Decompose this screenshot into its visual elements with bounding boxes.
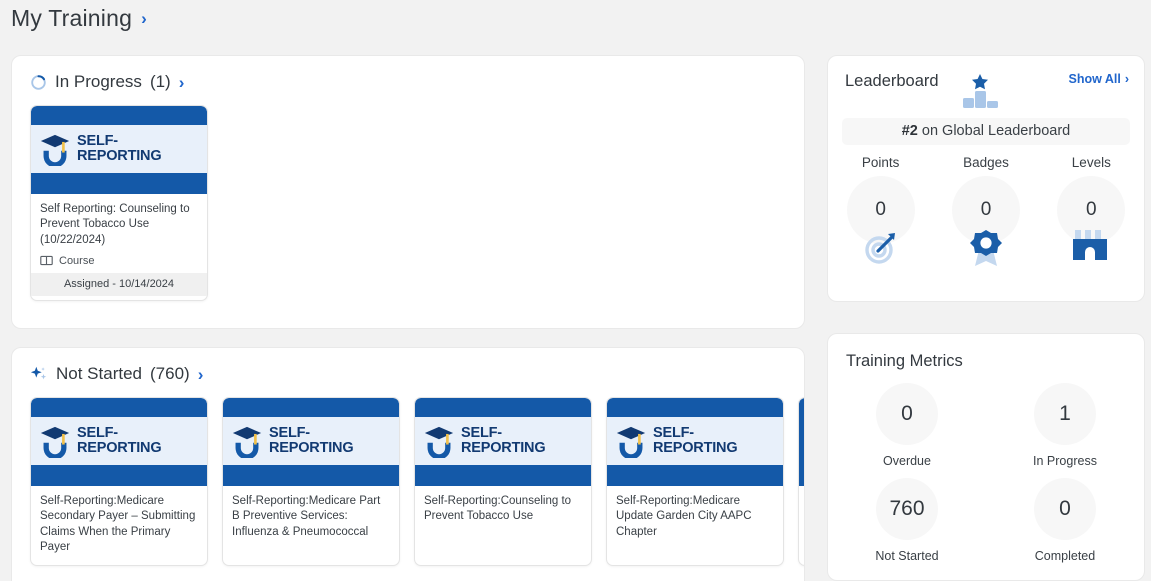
stat-badges: Badges 0	[933, 155, 1038, 266]
self-reporting-logo-icon	[40, 426, 70, 458]
course-card[interactable]: SELF- REPORTING Self Reporting: Counseli…	[30, 105, 208, 301]
metric-label: Overdue	[883, 454, 931, 468]
stat-label: Points	[861, 155, 900, 170]
course-type: Course	[31, 248, 207, 273]
ribbon-badge-icon	[969, 230, 1002, 266]
progress-ring-icon	[31, 74, 46, 90]
not-started-chevron-icon[interactable]: ›	[198, 366, 204, 383]
course-type-label: Course	[59, 254, 95, 267]
leaderboard-stats: Points 0 Badges 0 Levels 0	[828, 155, 1144, 266]
show-all-link[interactable]: Show All ›	[1069, 72, 1130, 86]
stat-levels: Levels 0	[1039, 155, 1144, 264]
course-thumbnail	[799, 398, 804, 486]
show-all-label: Show All	[1068, 72, 1121, 86]
podium-star-icon	[962, 74, 998, 108]
leaderboard-panel: Leaderboard Show All › #2 on Global Lead…	[827, 55, 1145, 302]
self-reporting-logo-icon	[424, 426, 454, 458]
metric-label: In Progress	[1033, 454, 1097, 468]
metric-completed: 0 Completed	[986, 478, 1144, 563]
in-progress-card-list: SELF- REPORTING Self Reporting: Counseli…	[12, 92, 804, 301]
in-progress-header[interactable]: In Progress (1) ›	[12, 56, 804, 92]
not-started-header[interactable]: Not Started (760) ›	[12, 348, 804, 384]
metric-not-started: 760 Not Started	[828, 478, 986, 563]
chevron-right-icon[interactable]: ›	[141, 10, 147, 27]
not-started-panel: Not Started (760) › SELF- REPORTING Self…	[11, 347, 805, 581]
metric-label: Completed	[1034, 549, 1096, 563]
training-metrics-title: Training Metrics	[846, 352, 963, 370]
stat-label: Levels	[1071, 155, 1111, 170]
breadcrumb[interactable]: My Training ›	[11, 5, 147, 32]
course-card[interactable]: SELF- REPORTING Self-Reporting:Medicare …	[30, 397, 208, 567]
in-progress-chevron-icon[interactable]: ›	[179, 74, 185, 91]
in-progress-count: (1)	[149, 72, 171, 91]
global-rank-banner: #2 on Global Leaderboard	[842, 118, 1130, 145]
course-card[interactable]: SELF- REPORTING Self-Reporting:Medicare …	[606, 397, 784, 567]
not-started-count: (760)	[150, 364, 190, 383]
training-metrics-panel: Training Metrics 0 Overdue 1 In Progress…	[827, 333, 1145, 581]
logo-text: SELF- REPORTING	[77, 133, 162, 164]
metric-label: Not Started	[875, 549, 939, 563]
not-started-card-list: SELF- REPORTING Self-Reporting:Medicare …	[12, 384, 804, 567]
course-card[interactable]: R	[798, 397, 804, 567]
course-title: Self-Reporting:Medicare Secondary Payer …	[40, 495, 196, 553]
course-assigned-date: Assigned - 10/14/2024	[31, 272, 207, 296]
logo-text: SELF- REPORTING	[653, 425, 738, 456]
course-title: Self-Reporting:Medicare Update Garden Ci…	[616, 495, 752, 538]
metric-value: 0	[876, 383, 938, 445]
logo-text: SELF- REPORTING	[77, 425, 162, 456]
training-metrics-grid: 0 Overdue 1 In Progress 760 Not Started …	[828, 383, 1144, 563]
metric-value: 760	[876, 478, 938, 540]
page-title: My Training	[11, 5, 133, 31]
course-card[interactable]: SELF- REPORTING Self-Reporting:Counselin…	[414, 397, 592, 567]
course-card[interactable]: SELF- REPORTING Self-Reporting:Medicare …	[222, 397, 400, 567]
course-title: Self-Reporting:Counseling to Prevent Tob…	[424, 495, 572, 523]
metric-overdue: 0 Overdue	[828, 383, 986, 468]
self-reporting-logo-icon	[232, 426, 262, 458]
my-training-page: My Training › In Progress (1) › SELF- RE…	[0, 0, 1151, 581]
metric-value: 0	[1034, 478, 1096, 540]
course-title: Self Reporting: Counseling to Prevent To…	[40, 203, 190, 246]
course-thumbnail: SELF- REPORTING	[31, 106, 207, 194]
course-title: Self-Reporting:Medicare Part B Preventiv…	[232, 495, 381, 538]
global-rank-text: on Global Leaderboard	[917, 123, 1071, 139]
metric-in-progress: 1 In Progress	[986, 383, 1144, 468]
course-thumbnail: SELF- REPORTING	[223, 398, 399, 486]
global-rank-value: #2	[901, 123, 918, 139]
self-reporting-logo-icon	[616, 426, 646, 458]
not-started-label: Not Started	[56, 364, 142, 383]
castle-icon	[1073, 230, 1108, 260]
self-reporting-logo-icon	[40, 134, 70, 166]
course-thumbnail: SELF- REPORTING	[415, 398, 591, 486]
chevron-right-icon: ›	[1124, 72, 1129, 86]
in-progress-label: In Progress	[55, 72, 142, 91]
target-dart-icon	[864, 233, 895, 264]
book-icon	[40, 256, 53, 266]
stat-label: Badges	[963, 155, 1009, 170]
in-progress-panel: In Progress (1) › SELF- REPORTING Self R…	[11, 55, 805, 329]
stat-points: Points 0	[828, 155, 933, 264]
course-thumbnail: SELF- REPORTING	[607, 398, 783, 486]
logo-text: SELF- REPORTING	[269, 425, 354, 456]
leaderboard-title: Leaderboard	[845, 72, 939, 90]
metric-value: 1	[1034, 383, 1096, 445]
sparkle-icon	[30, 366, 47, 380]
logo-text: SELF- REPORTING	[461, 425, 546, 456]
course-thumbnail: SELF- REPORTING	[31, 398, 207, 486]
